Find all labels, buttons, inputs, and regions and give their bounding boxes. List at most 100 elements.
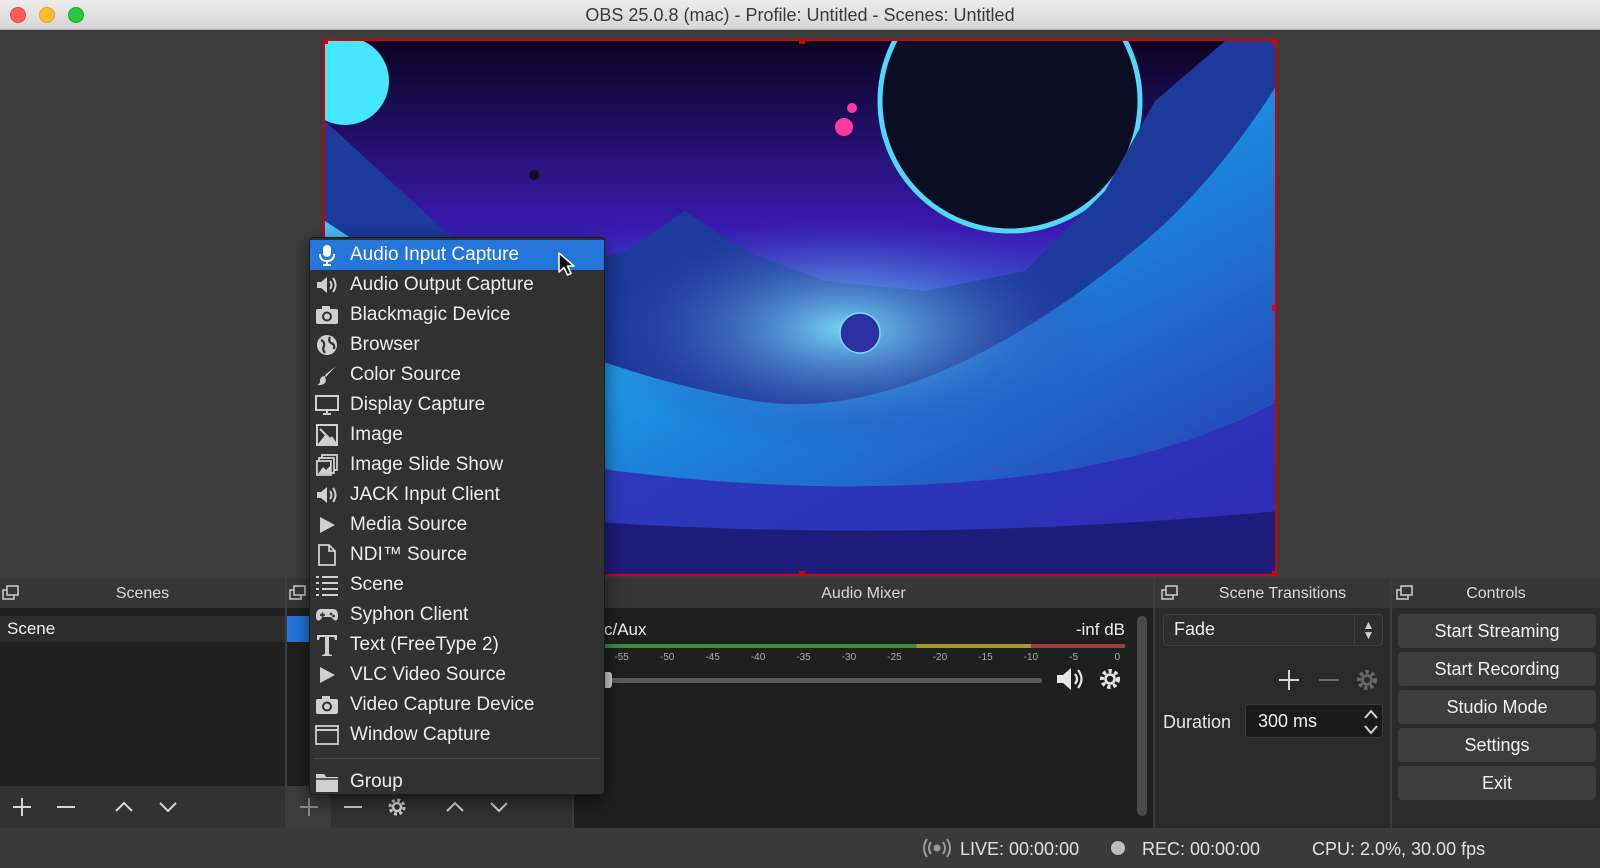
meter-tick-label: -15 [978,652,993,663]
menu-item-label: Media Source [350,514,468,535]
menu-item-label: Audio Input Capture [350,244,520,265]
chevron-up-icon[interactable] [1363,708,1379,720]
menu-item-label: Group [350,771,403,792]
menu-item-display-capture[interactable]: Display Capture [310,390,604,420]
rec-timer: REC: 00:00:00 [1142,839,1261,859]
resize-handle[interactable] [1272,571,1275,574]
menu-item-group[interactable]: Group [310,767,604,797]
add-source-menu: Audio Input Capture Audio Output Capture B… [309,237,605,795]
play-icon [314,513,340,537]
menu-item-video-capture-device[interactable]: Video Capture Device [310,690,604,720]
plus-icon [13,798,31,816]
folder-icon [314,770,340,794]
scenes-title: Scenes [115,585,170,602]
file-icon [314,543,340,567]
scene-item[interactable]: Scene [0,616,285,642]
menu-item-scene[interactable]: Scene [310,570,604,600]
chevron-down-icon[interactable] [1363,724,1379,736]
menu-item-jack-input-client[interactable]: JACK Input Client [310,480,604,510]
duration-label: Duration [1163,712,1232,732]
chevron-down-icon [159,802,177,813]
move-scene-down-button[interactable] [146,786,190,828]
menu-item-label: Syphon Client [350,604,469,625]
menu-item-color-source[interactable]: Color Source [310,360,604,390]
record-icon [1111,841,1125,855]
menu-item-ndi-source[interactable]: NDI™ Source [310,540,604,570]
menu-item-text-freetype-2[interactable]: Text (FreeType 2) [310,630,604,660]
image-icon [314,423,340,447]
chevron-down-icon [490,802,508,813]
chevron-up-icon [446,801,464,812]
scenes-dock-header: Scenes [0,578,285,608]
start-streaming-button[interactable]: Start Streaming [1398,614,1596,648]
preview-area [0,30,1600,578]
scenes-toolbar [0,786,285,828]
slideshow-icon [314,453,340,477]
meter-tick-label: -40 [750,652,766,663]
menu-item-image[interactable]: Image [310,420,604,450]
select-arrows-icon: ▲ ▼ [1354,615,1382,645]
resize-handle[interactable] [799,41,805,44]
menu-item-label: Display Capture [350,394,486,415]
remove-transition-button[interactable] [1317,668,1341,692]
resize-handle[interactable] [799,571,805,574]
menu-item-window-capture[interactable]: Window Capture [310,720,604,750]
menu-item-label: Image [350,424,403,445]
scenes-dock: Scenes Scene [0,578,285,828]
meter-tick-label: -10 [1023,652,1039,663]
transition-select-value: Fade [1174,619,1216,639]
start-recording-button[interactable]: Start Recording [1398,652,1596,686]
camera-icon [314,303,340,327]
transition-select[interactable]: Fade ▲ ▼ [1163,614,1383,646]
menu-item-label: Window Capture [350,724,491,745]
meter-tick-label: -30 [841,652,857,663]
menu-item-label: Color Source [350,364,461,385]
audio-mixer-dock: Audio Mixer c/Aux -inf dB -55 -50 -45 -40 -3… [574,578,1153,828]
add-transition-button[interactable] [1277,668,1301,692]
monitor-icon [314,393,340,417]
speaker-icon [314,273,340,297]
meter-tick-label: 0 [1114,652,1121,663]
live-timer: LIVE: 00:00:00 [960,839,1080,859]
studio-mode-button[interactable]: Studio Mode [1398,690,1596,724]
menu-item-label: Blackmagic Device [350,304,511,325]
cpu-status: CPU: 2.0%, 30.00 fps [1312,839,1486,859]
move-scene-up-button[interactable] [102,786,146,828]
menu-item-label: NDI™ Source [350,544,468,565]
mouse-cursor-icon [558,252,575,276]
menu-item-vlc-video-source[interactable]: VLC Video Source [310,660,604,690]
gear-icon[interactable] [1097,666,1123,692]
menu-item-label: Image Slide Show [350,454,504,475]
gamepad-icon [314,603,340,627]
audio-mixer-body: c/Aux -inf dB -55 -50 -45 -40 -35 -30 -25 -20 -1… [574,608,1153,828]
speaker-icon[interactable] [1054,665,1088,693]
duration-stepper[interactable] [1359,704,1383,738]
mixer-scrollbar[interactable] [1137,616,1147,816]
add-scene-button[interactable] [0,786,44,828]
controls-title: Controls [1466,585,1526,602]
menu-item-image-slide-show[interactable]: Image Slide Show [310,450,604,480]
window-title: OBS 25.0.8 (mac) - Profile: Untitled - S… [585,5,1015,25]
globe-icon [314,333,340,357]
menu-item-syphon-client[interactable]: Syphon Client [310,600,604,630]
resize-handle[interactable] [1272,305,1275,311]
mixer-channel-name: c/Aux [604,620,647,639]
scene-transitions-title: Scene Transitions [1218,585,1347,602]
meter-tick-label: -20 [932,652,948,663]
settings-button[interactable]: Settings [1398,728,1596,762]
volume-slider[interactable] [602,672,1042,688]
exit-button[interactable]: Exit [1398,766,1596,800]
chevron-up-icon [115,801,133,812]
volume-meter [604,644,1125,648]
resize-handle[interactable] [1272,41,1275,44]
menu-item-browser[interactable]: Browser [310,330,604,360]
resize-handle[interactable] [325,41,328,44]
scene-transitions-dock: Scene Transitions Fade ▲ ▼ Duration 300 m… [1155,578,1390,828]
menu-item-label: JACK Input Client [350,484,500,505]
menu-item-blackmagic-device[interactable]: Blackmagic Device [310,300,604,330]
undock-icon[interactable] [289,585,307,601]
controls-header: Controls [1392,578,1600,608]
remove-scene-button[interactable] [44,786,88,828]
menu-item-media-source[interactable]: Media Source [310,510,604,540]
transition-properties-button[interactable] [1354,667,1380,693]
